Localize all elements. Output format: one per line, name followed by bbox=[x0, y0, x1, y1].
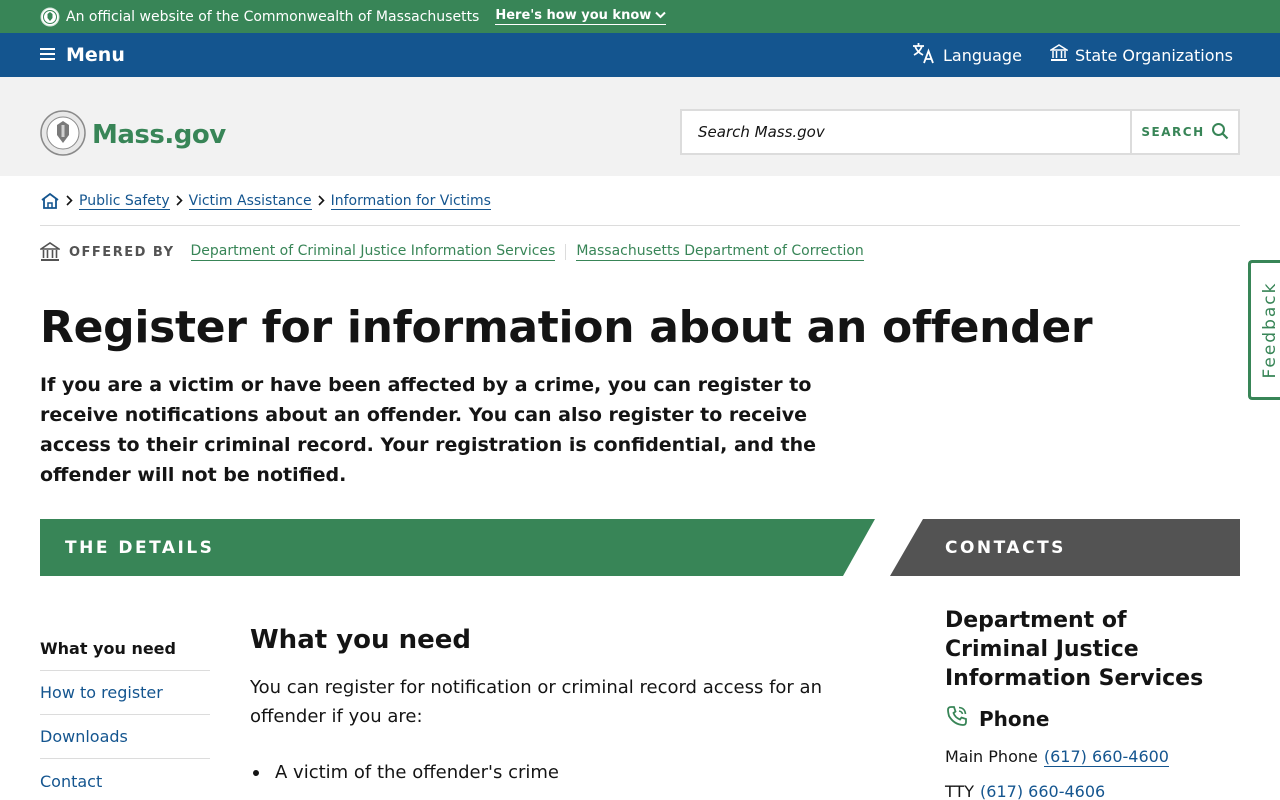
feedback-tab[interactable]: Feedback bbox=[1248, 260, 1280, 400]
chevron-right-icon bbox=[66, 195, 73, 206]
language-label: Language bbox=[942, 45, 1022, 65]
eligibility-list: A victim of the offender's crime bbox=[250, 758, 840, 787]
site-header: Mass.gov SEARCH bbox=[0, 77, 1280, 176]
official-banner-text: An official website of the Commonwealth … bbox=[66, 8, 480, 25]
translate-icon bbox=[912, 42, 936, 68]
tty-phone-row: TTY (617) 660-4606 bbox=[945, 782, 1105, 800]
building-icon bbox=[1048, 44, 1070, 66]
main-phone-link[interactable]: (617) 660-4600 bbox=[1043, 747, 1169, 767]
contacts-section-header: CONTACTS bbox=[890, 519, 1240, 576]
chevron-right-icon bbox=[318, 195, 325, 206]
divider bbox=[565, 244, 567, 260]
phone-icon bbox=[945, 704, 969, 733]
state-organizations-button[interactable]: State Organizations bbox=[1048, 44, 1233, 66]
chevron-down-icon bbox=[655, 8, 666, 23]
tty-phone-link[interactable]: (617) 660-4606 bbox=[980, 782, 1105, 800]
search-form: SEARCH bbox=[680, 109, 1240, 155]
state-organizations-label: State Organizations bbox=[1074, 45, 1233, 65]
offered-by-org-doc[interactable]: Massachusetts Department of Correction bbox=[576, 243, 864, 261]
home-icon[interactable] bbox=[40, 192, 60, 212]
search-icon bbox=[1211, 122, 1229, 143]
how-you-know-toggle[interactable]: Here's how you know bbox=[495, 8, 667, 25]
what-you-need-intro: You can register for notification or cri… bbox=[250, 677, 822, 727]
page-side-nav: What you need How to register Downloads … bbox=[40, 627, 210, 800]
breadcrumb-victim-assistance[interactable]: Victim Assistance bbox=[188, 192, 312, 210]
menu-button[interactable]: Menu bbox=[40, 33, 125, 77]
contact-org-name: Department of Criminal Justice Informati… bbox=[945, 608, 1204, 691]
main-phone-row: Main Phone (617) 660-4600 bbox=[945, 747, 1169, 767]
state-seal-icon bbox=[40, 7, 60, 27]
breadcrumb: Public Safety Victim Assistance Informat… bbox=[40, 192, 1240, 226]
seal-icon bbox=[40, 110, 86, 160]
search-button[interactable]: SEARCH bbox=[1130, 111, 1238, 153]
utility-nav: Menu Language State Organizations bbox=[0, 33, 1280, 77]
offered-by-org-cjis[interactable]: Department of Criminal Justice Informati… bbox=[190, 243, 556, 261]
feedback-label: Feedback bbox=[1259, 281, 1280, 379]
list-item: A victim of the offender's crime bbox=[250, 758, 840, 787]
language-button[interactable]: Language bbox=[912, 42, 1022, 68]
contacts-heading: CONTACTS bbox=[945, 537, 1066, 558]
breadcrumb-information-for-victims[interactable]: Information for Victims bbox=[330, 192, 491, 210]
page-title: Register for information about an offend… bbox=[40, 302, 1093, 353]
side-nav-what-you-need[interactable]: What you need bbox=[40, 627, 210, 671]
mass-gov-logo[interactable]: Mass.gov bbox=[40, 110, 226, 160]
chevron-right-icon bbox=[176, 195, 183, 206]
phone-heading: Phone bbox=[945, 704, 1049, 733]
details-heading: THE DETAILS bbox=[65, 537, 215, 558]
search-input[interactable] bbox=[682, 111, 1130, 153]
logo-text: Mass.gov bbox=[92, 120, 226, 150]
official-banner: An official website of the Commonwealth … bbox=[0, 0, 1280, 33]
side-nav-downloads[interactable]: Downloads bbox=[40, 715, 210, 759]
how-you-know-label: Here's how you know bbox=[495, 8, 652, 23]
side-nav-how-to-register[interactable]: How to register bbox=[40, 671, 210, 715]
building-icon bbox=[40, 242, 60, 262]
page-lede: If you are a victim or have been affecte… bbox=[40, 374, 817, 486]
what-you-need-heading: What you need bbox=[250, 625, 471, 655]
tty-label: TTY bbox=[945, 782, 975, 800]
side-nav-contact[interactable]: Contact bbox=[40, 759, 210, 800]
menu-label: Menu bbox=[66, 44, 125, 66]
hamburger-icon bbox=[40, 44, 56, 66]
offered-by: OFFERED BY Department of Criminal Justic… bbox=[40, 241, 864, 263]
phone-heading-label: Phone bbox=[979, 706, 1050, 731]
details-section-header: THE DETAILS bbox=[40, 519, 875, 576]
main-phone-label: Main Phone bbox=[945, 747, 1038, 766]
offered-by-label: OFFERED BY bbox=[69, 244, 175, 260]
breadcrumb-public-safety[interactable]: Public Safety bbox=[79, 192, 170, 210]
search-button-label: SEARCH bbox=[1141, 125, 1205, 139]
